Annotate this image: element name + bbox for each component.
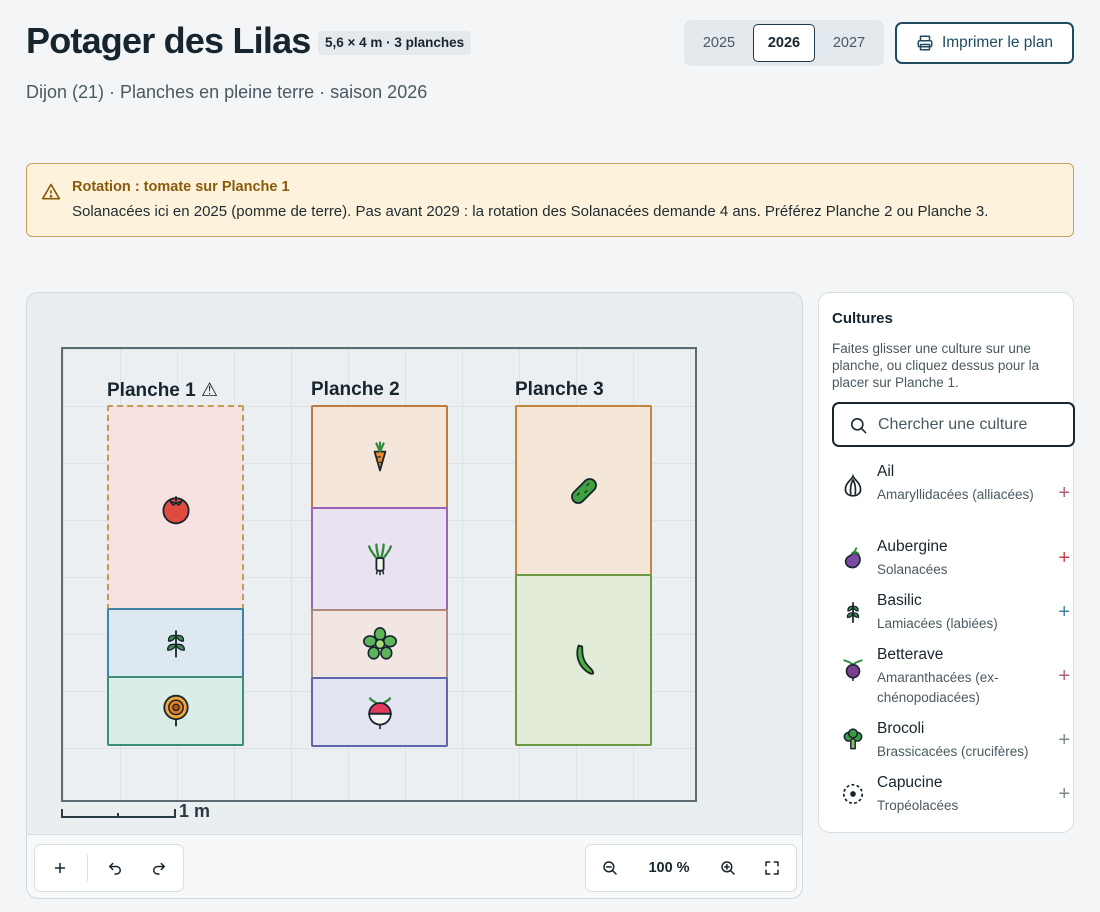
alert-body: Solanacées ici en 2025 (pomme de terre).… — [72, 203, 989, 220]
zoom-tools: 100 % — [585, 844, 797, 892]
eggplant-icon — [844, 547, 861, 569]
crop-item-ail[interactable]: Ail Amaryllidacées (alliacées) + — [832, 463, 1072, 519]
zoom-level: 100 % — [648, 860, 690, 876]
add-crop-icon[interactable]: + — [1058, 784, 1070, 804]
crop-family: Lamiacées (labiées) — [877, 616, 998, 631]
page-title: Potager des Lilas — [26, 20, 311, 61]
bed-2-plot-radish[interactable] — [311, 677, 448, 747]
add-crop-icon[interactable]: + — [1058, 483, 1070, 503]
crop-family: Amaranthacées (ex-chénopodiacées) — [877, 670, 999, 705]
carrot-icon — [373, 441, 386, 472]
undo-icon — [109, 862, 121, 875]
scale-tick — [117, 813, 119, 818]
zoom-out-button[interactable] — [588, 845, 632, 891]
toolbar-divider — [87, 855, 88, 881]
add-crop-icon[interactable]: + — [1058, 666, 1070, 686]
crop-family: Amaryllidacées (alliacées) — [877, 487, 1034, 502]
print-plan-button[interactable]: Imprimer le plan — [895, 22, 1074, 64]
scale-label: 1 m — [179, 801, 211, 821]
bed-1-plot-tomato[interactable] — [107, 405, 244, 610]
tomato-icon — [162, 495, 189, 524]
year-tab-2025[interactable]: 2025 — [688, 24, 750, 62]
fit-to-screen-button[interactable] — [750, 845, 794, 891]
crops-panel: Cultures Faites glisser une culture sur … — [818, 292, 1075, 833]
crop-name: Capucine — [877, 774, 943, 791]
bean-icon — [575, 644, 594, 675]
crop-name: Aubergine — [877, 538, 948, 555]
garlic-icon — [844, 473, 862, 497]
fullscreen-icon — [765, 861, 779, 875]
add-crop-icon[interactable]: + — [1058, 602, 1070, 622]
crop-family: Tropéolacées — [877, 798, 959, 813]
year-tab-2027[interactable]: 2027 — [818, 24, 880, 62]
page-subtitle: Dijon (21) · Planches en pleine terre · … — [26, 82, 428, 102]
crop-search — [832, 402, 1075, 447]
bed-2-label: Planche 2 — [311, 379, 400, 400]
nasturtium-icon — [842, 783, 864, 805]
crop-name: Brocoli — [877, 720, 925, 737]
add-crop-icon[interactable]: + — [1058, 730, 1070, 750]
search-icon — [850, 417, 867, 434]
crop-item-brocoli[interactable]: Brocoli Brassicacées (crucifères) + — [832, 720, 1072, 760]
bed-1-plot-basil[interactable] — [107, 608, 244, 678]
bed-1-label: Planche 1 ⚠ — [107, 380, 219, 401]
warning-icon — [41, 183, 61, 200]
print-plan-label: Imprimer le plan — [941, 34, 1054, 51]
crop-name: Ail — [877, 463, 895, 480]
year-selector: 2025 2026 2027 — [684, 20, 884, 66]
crop-family: Solanacées — [877, 562, 948, 577]
garden-canvas[interactable]: Planche 1 ⚠ Planche 2 Planche 3 1 m 100 … — [26, 292, 803, 899]
bed-3-label: Planche 3 — [515, 379, 604, 400]
radish-icon — [367, 697, 392, 730]
rotation-warning-alert: Rotation : tomate sur Planche 1 Solanacé… — [26, 163, 1074, 237]
bed-2-plot-carrot[interactable] — [311, 405, 448, 509]
undo-button[interactable] — [93, 845, 137, 891]
crops-panel-title: Cultures — [832, 310, 893, 327]
broccoli-icon — [843, 728, 863, 750]
crop-search-input[interactable] — [878, 413, 1068, 437]
bed-2-plot-leek[interactable] — [311, 507, 448, 611]
edit-tools — [34, 844, 184, 892]
crop-name: Basilic — [877, 592, 922, 609]
lettuce-icon — [362, 626, 397, 660]
printer-icon — [917, 35, 933, 51]
bed-2-plot-lettuce[interactable] — [311, 609, 448, 679]
crop-family: Brassicacées (crucifères) — [877, 744, 1029, 759]
crop-name: Betterave — [877, 646, 944, 663]
crop-item-aubergine[interactable]: Aubergine Solanacées + — [832, 538, 1072, 578]
leek-icon — [367, 543, 392, 576]
crop-item-basilic[interactable]: Basilic Lamiacées (labiées) + — [832, 592, 1072, 632]
crop-item-capucine[interactable]: Capucine Tropéolacées + — [832, 774, 1072, 814]
alert-title: Rotation : tomate sur Planche 1 — [72, 179, 290, 195]
canvas-toolbar: 100 % — [27, 834, 802, 898]
crop-item-betterave[interactable]: Betterave Amaranthacées (ex-chénopodiacé… — [832, 646, 1072, 705]
redo-button[interactable] — [137, 845, 181, 891]
bed-1-plot-marigold[interactable] — [107, 676, 244, 746]
garden-plot-area: Planche 1 ⚠ Planche 2 Planche 3 — [61, 347, 697, 802]
bed-3-plot-bean[interactable] — [515, 574, 652, 746]
beet-icon — [843, 659, 863, 681]
year-tab-2026[interactable]: 2026 — [753, 24, 815, 62]
marigold-icon — [162, 694, 189, 727]
bed-3-plot-cucumber[interactable] — [515, 405, 652, 576]
zoom-in-icon — [721, 861, 735, 875]
add-crop-icon[interactable]: + — [1058, 548, 1070, 568]
add-button[interactable] — [38, 845, 82, 891]
zoom-in-button[interactable] — [706, 845, 750, 891]
basil-icon — [166, 630, 185, 658]
zoom-out-icon — [603, 861, 617, 875]
dimensions-badge: 5,6 × 4 m · 3 planches — [318, 31, 472, 55]
plus-icon — [54, 862, 66, 874]
redo-icon — [153, 862, 165, 875]
cucumber-icon — [570, 477, 597, 504]
basil-icon — [846, 602, 860, 623]
crops-panel-help: Faites glisser une culture sur une planc… — [832, 341, 1040, 390]
